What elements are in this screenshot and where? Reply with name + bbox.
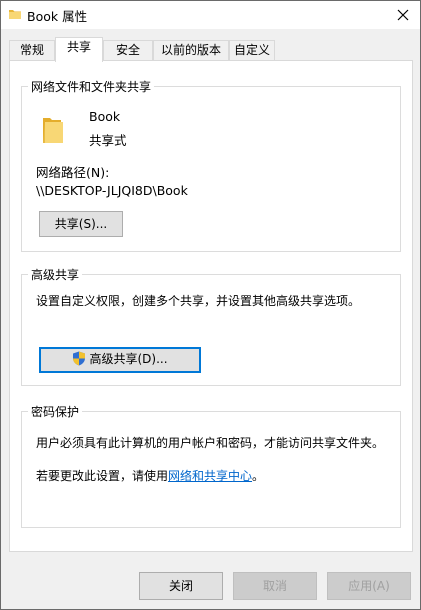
password-protection-hint: 若要更改此设置，请使用网络和共享中心。	[36, 467, 264, 484]
shared-folder-icon	[41, 115, 65, 148]
tab-sharing[interactable]: 共享	[55, 37, 103, 62]
advanced-sharing-description: 设置自定义权限，创建多个共享，并设置其他高级共享选项。	[36, 294, 361, 308]
hint-prefix: 若要更改此设置，请使用	[36, 469, 169, 483]
close-dialog-button[interactable]: 关闭	[139, 572, 223, 600]
advanced-sharing-title: 高级共享	[28, 266, 83, 283]
apply-button[interactable]: 应用(A)	[327, 572, 411, 600]
title-bar: Book 属性	[1, 1, 420, 29]
network-path-value: \\DESKTOP-JLJQI8D\Book	[36, 183, 188, 198]
advanced-sharing-button-label: 高级共享(D)...	[89, 352, 168, 366]
folder-name: Book	[89, 109, 121, 124]
uac-shield-icon	[72, 351, 86, 373]
network-sharing-center-link[interactable]: 网络和共享中心	[168, 469, 252, 483]
close-button[interactable]	[386, 1, 420, 29]
folder-icon	[8, 7, 22, 21]
properties-dialog: Book 属性 常规 共享 安全 以前的版本 自定义 网络文件和文件夹共享 Bo…	[0, 0, 421, 610]
sharing-status: 共享式	[89, 133, 127, 148]
password-protection-text: 用户必须具有此计算机的用户帐户和密码，才能访问共享文件夹。	[36, 436, 385, 450]
hint-suffix: 。	[252, 469, 265, 483]
tab-security[interactable]: 安全	[103, 40, 153, 60]
password-protection-title: 密码保护	[28, 403, 83, 420]
cancel-button[interactable]: 取消	[233, 572, 317, 600]
network-sharing-title: 网络文件和文件夹共享	[28, 78, 155, 95]
advanced-sharing-group: 高级共享 设置自定义权限，创建多个共享，并设置其他高级共享选项。 高级共享(D)…	[21, 266, 401, 386]
tab-previous-versions[interactable]: 以前的版本	[153, 40, 229, 60]
tab-general[interactable]: 常规	[9, 40, 55, 60]
network-path-label: 网络路径(N):	[36, 165, 110, 180]
password-protection-group: 密码保护 用户必须具有此计算机的用户帐户和密码，才能访问共享文件夹。 若要更改此…	[21, 403, 401, 528]
share-button[interactable]: 共享(S)...	[39, 211, 123, 237]
sharing-panel: 网络文件和文件夹共享 Book 共享式 网络路径(N): \\DESKTOP-J…	[9, 60, 413, 552]
window-title: Book 属性	[27, 9, 88, 24]
close-icon	[397, 9, 409, 21]
network-sharing-group: 网络文件和文件夹共享 Book 共享式 网络路径(N): \\DESKTOP-J…	[21, 78, 401, 252]
advanced-sharing-button[interactable]: 高级共享(D)...	[39, 347, 201, 373]
tab-strip: 常规 共享 安全 以前的版本 自定义	[9, 37, 413, 62]
tab-customize[interactable]: 自定义	[229, 40, 275, 60]
